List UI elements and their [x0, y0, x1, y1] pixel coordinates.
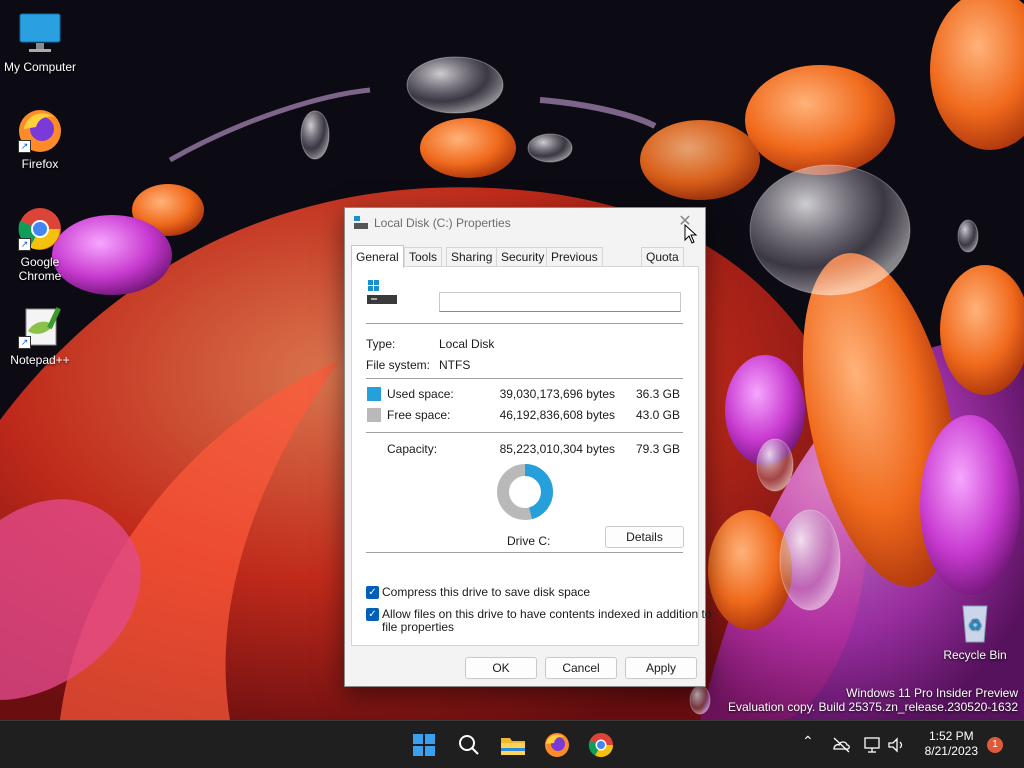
apply-button[interactable]: Apply [625, 657, 697, 679]
tab-previous-versions[interactable]: Previous Versions [546, 247, 603, 283]
used-space-bytes: 39,030,173,696 bytes [499, 387, 615, 401]
desktop-icon-label: Notepad++ [10, 353, 70, 367]
details-button[interactable]: Details [605, 526, 684, 548]
tab-sharing[interactable]: Sharing [446, 247, 498, 267]
compress-label: Compress this drive to save disk space [382, 585, 591, 599]
drive-name-input[interactable] [439, 292, 681, 312]
monitor-icon [16, 10, 64, 58]
firefox-icon [545, 733, 569, 757]
used-space-label: Used space: [387, 387, 454, 401]
mouse-cursor-icon [684, 224, 698, 244]
free-space-swatch [367, 408, 381, 422]
watermark-line: Windows 11 Pro Insider Preview [846, 686, 1018, 700]
start-icon [413, 734, 435, 756]
drive-large-icon [367, 279, 399, 310]
desktop-icon-notepad-plus-plus[interactable]: ↗ Notepad++ [0, 303, 80, 367]
taskbar: ⌃ 1:52 PM 8/21/2023 1 [0, 720, 1024, 768]
drive-label: Drive C: [507, 534, 551, 548]
desktop-icon-my-computer[interactable]: My Computer [0, 10, 80, 74]
compress-checkbox[interactable]: ✓ [366, 586, 379, 599]
checkmark-icon: ✓ [368, 587, 377, 598]
chrome-icon [588, 733, 613, 758]
cancel-button[interactable]: Cancel [545, 657, 617, 679]
file-system-value: NTFS [439, 358, 471, 372]
desktop-icon-chrome[interactable]: ↗ Google Chrome [0, 205, 80, 283]
capacity-label: Capacity: [387, 442, 438, 456]
desktop-icon-label: Recycle Bin [943, 648, 1007, 662]
notepad-plus-plus-icon: ↗ [16, 303, 64, 351]
firefox-taskbar-button[interactable] [541, 729, 573, 761]
separator [366, 323, 683, 324]
free-space-bytes: 46,192,836,608 bytes [499, 408, 615, 422]
properties-dialog: Local Disk (C:) Properties ✕ General Too… [344, 207, 712, 687]
desktop: My Computer ↗ Firefox ↗ Google Chrome ↗ … [0, 0, 1024, 720]
tab-general[interactable]: General [351, 245, 404, 268]
chevron-up-icon[interactable]: ⌃ [802, 733, 814, 750]
desktop-icon-label: My Computer [3, 60, 77, 74]
search-button[interactable] [453, 729, 485, 761]
network-icon[interactable] [863, 736, 881, 754]
used-space-gb: 36.3 GB [635, 387, 680, 401]
separator [366, 432, 683, 433]
search-icon [459, 735, 479, 755]
file-system-label: File system: [366, 358, 431, 372]
desktop-icon-label: Firefox [21, 157, 59, 171]
file-explorer-button[interactable] [497, 729, 529, 761]
clock-date: 8/21/2023 [924, 744, 978, 758]
desktop-icon-firefox[interactable]: ↗ Firefox [0, 107, 80, 171]
desktop-icon-label: Google Chrome [18, 255, 62, 283]
watermark-line: Evaluation copy. Build 25375.zn_release.… [728, 700, 1018, 714]
shortcut-arrow-icon: ↗ [18, 140, 31, 153]
chrome-taskbar-button[interactable] [585, 729, 617, 761]
clock-time: 1:52 PM [928, 729, 974, 743]
shortcut-arrow-icon: ↗ [18, 336, 31, 349]
chrome-icon: ↗ [16, 205, 64, 253]
onedrive-offline-icon[interactable] [831, 735, 851, 755]
drive-icon [354, 216, 368, 233]
taskbar-clock[interactable]: 1:52 PM 8/21/2023 [925, 729, 978, 759]
shortcut-arrow-icon: ↗ [18, 238, 31, 251]
dialog-titlebar[interactable]: Local Disk (C:) Properties ✕ [345, 208, 705, 238]
svg-text:♻: ♻ [968, 615, 982, 634]
capacity-gb: 79.3 GB [635, 442, 680, 456]
volume-icon[interactable] [887, 736, 905, 754]
tab-tools[interactable]: Tools [404, 247, 443, 267]
index-checkbox[interactable]: ✓ [366, 608, 379, 621]
index-label-line2: file properties [382, 620, 455, 634]
disk-usage-donut [497, 464, 553, 520]
tab-security[interactable]: Security [496, 247, 550, 267]
windows-watermark: Windows 11 Pro Insider Preview Evaluatio… [728, 686, 1018, 714]
firefox-icon: ↗ [16, 107, 64, 155]
recycle-bin-icon: ♻ [951, 598, 999, 646]
dialog-title: Local Disk (C:) Properties [374, 216, 511, 230]
tab-quota[interactable]: Quota [641, 247, 684, 267]
start-button[interactable] [408, 729, 440, 761]
separator [366, 378, 683, 379]
type-value: Local Disk [439, 337, 495, 351]
separator [366, 552, 683, 553]
capacity-bytes: 85,223,010,304 bytes [499, 442, 615, 456]
notification-badge[interactable]: 1 [987, 737, 1003, 753]
ok-button[interactable]: OK [465, 657, 537, 679]
used-space-swatch [367, 387, 381, 401]
free-space-gb: 43.0 GB [635, 408, 680, 422]
index-label-line1: Allow files on this drive to have conten… [382, 607, 712, 621]
checkmark-icon: ✓ [368, 609, 377, 620]
general-tab-panel: Type: Local Disk File system: NTFS Used … [351, 266, 712, 646]
type-label: Type: [366, 337, 396, 351]
file-explorer-icon [501, 738, 525, 755]
desktop-icon-recycle-bin[interactable]: ♻ Recycle Bin [935, 598, 1015, 662]
free-space-label: Free space: [387, 408, 451, 422]
